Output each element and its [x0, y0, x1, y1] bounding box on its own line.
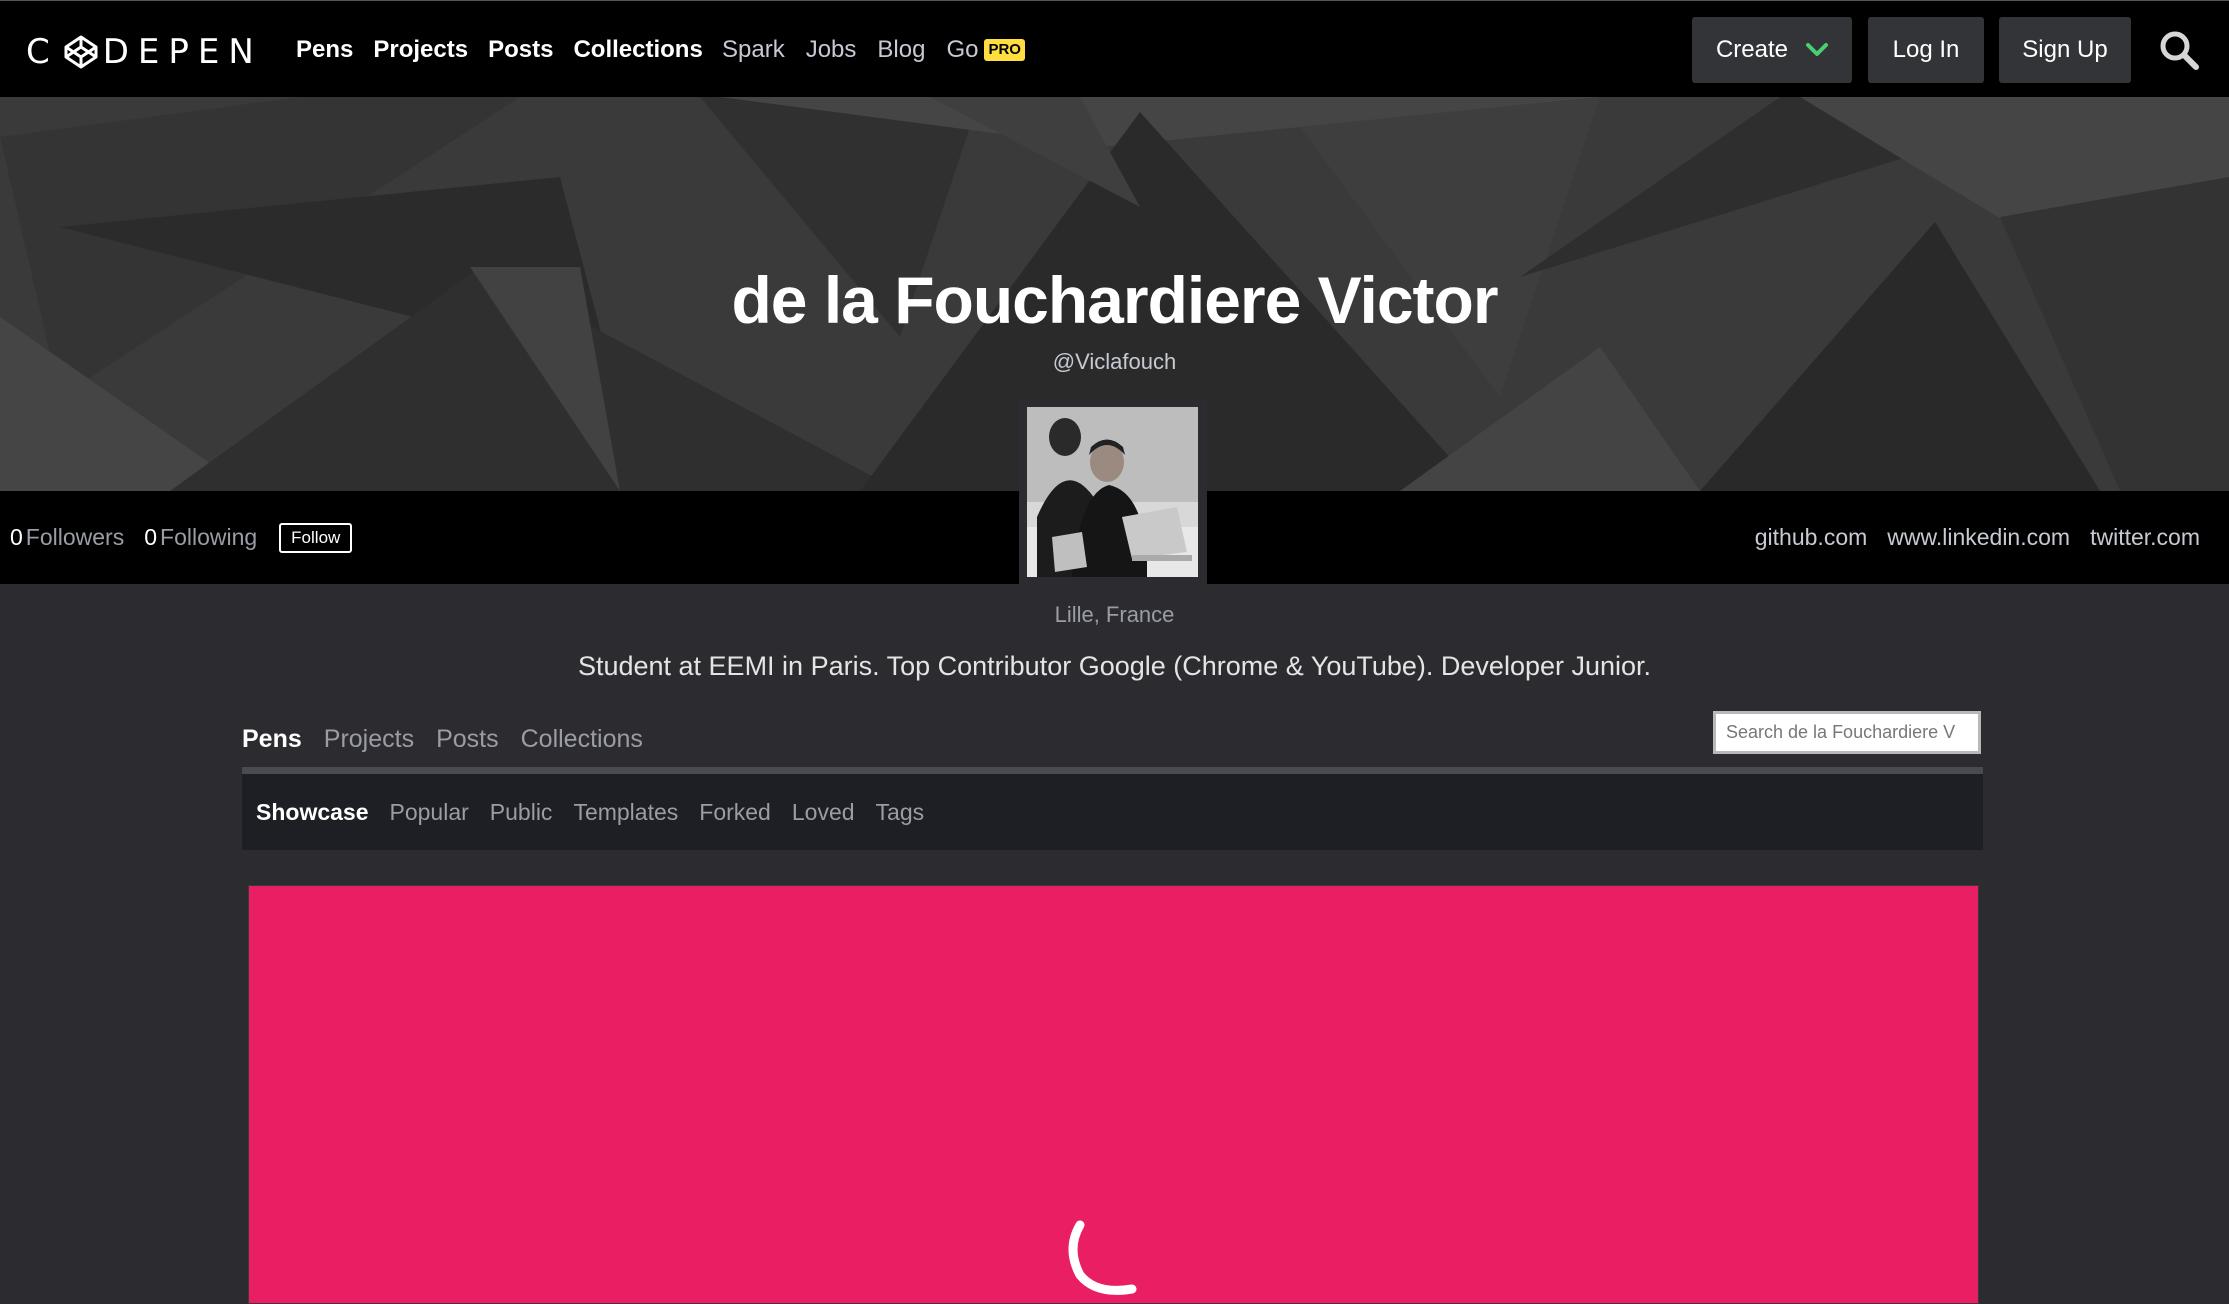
nav-go[interactable]: Go PRO — [946, 36, 1025, 64]
nav-go-label: Go — [946, 35, 979, 63]
top-navbar: C DEPEN Pens Projects Posts Collections … — [0, 0, 2229, 97]
nav-projects[interactable]: Projects — [373, 36, 468, 64]
logo-text-left: C — [26, 32, 59, 72]
primary-nav: Pens Projects Posts Collections — [296, 1, 703, 98]
link-twitter[interactable]: twitter.com — [2090, 524, 2200, 551]
subtab-public[interactable]: Public — [490, 799, 553, 826]
logo-text-right: DEPEN — [102, 32, 263, 72]
loading-spinner-icon — [1068, 1220, 1137, 1295]
tab-projects[interactable]: Projects — [324, 725, 414, 754]
subtab-forked[interactable]: Forked — [699, 799, 771, 826]
follow-button[interactable]: Follow — [279, 522, 353, 553]
content-tabs: Pens Projects Posts Collections — [242, 725, 643, 754]
subtab-popular[interactable]: Popular — [390, 799, 469, 826]
profile-stats: 0 Followers 0 Following Follow — [10, 491, 353, 584]
search-icon[interactable] — [2158, 29, 2200, 71]
create-button-label: Create — [1715, 36, 1789, 63]
tab-posts[interactable]: Posts — [436, 725, 499, 754]
codepen-logo[interactable]: C DEPEN — [26, 32, 263, 72]
profile-name: de la Fouchardiere Victor — [731, 263, 1498, 337]
nav-posts[interactable]: Posts — [488, 36, 553, 64]
profile-bio: Student at EEMI in Paris. Top Contributo… — [577, 651, 1652, 681]
profile-location: Lille, France — [1054, 602, 1175, 627]
link-github[interactable]: github.com — [1755, 524, 1868, 551]
avatar[interactable] — [1027, 407, 1198, 577]
following-count: 0 — [144, 524, 158, 550]
following-link[interactable]: Following — [160, 524, 257, 551]
avatar-photo — [1027, 407, 1198, 577]
link-linkedin[interactable]: www.linkedin.com — [1887, 524, 2070, 551]
subtab-showcase[interactable]: Showcase — [256, 799, 369, 826]
nav-collections[interactable]: Collections — [573, 36, 702, 64]
user-search-input[interactable]: Search de la Fouchardiere V — [1713, 711, 1981, 754]
login-button[interactable]: Log In — [1868, 17, 1984, 83]
pens-subtabs: Showcase Popular Public Templates Forked… — [242, 774, 1983, 850]
followers-link[interactable]: Followers — [26, 524, 124, 551]
codepen-logo-icon — [64, 35, 98, 69]
nav-blog[interactable]: Blog — [877, 36, 925, 64]
subtab-templates[interactable]: Templates — [573, 799, 678, 826]
tab-pens[interactable]: Pens — [242, 725, 302, 754]
nav-spark[interactable]: Spark — [722, 36, 785, 64]
subtab-loved[interactable]: Loved — [792, 799, 855, 826]
nav-jobs[interactable]: Jobs — [806, 36, 857, 64]
pro-badge: PRO — [984, 38, 1025, 61]
secondary-nav: Spark Jobs Blog Go PRO — [722, 1, 1025, 98]
profile-links: github.com www.linkedin.com twitter.com — [1755, 491, 2200, 584]
tab-collections[interactable]: Collections — [521, 725, 643, 754]
nav-pens[interactable]: Pens — [296, 36, 353, 64]
subtab-tags[interactable]: Tags — [876, 799, 925, 826]
signup-button[interactable]: Sign Up — [1999, 17, 2131, 83]
create-button[interactable]: Create — [1692, 17, 1852, 83]
chevron-down-icon — [1806, 43, 1829, 56]
tabs-divider — [242, 767, 1983, 774]
profile-handle: @Viclafouch — [1052, 349, 1177, 374]
followers-count: 0 — [10, 524, 23, 550]
